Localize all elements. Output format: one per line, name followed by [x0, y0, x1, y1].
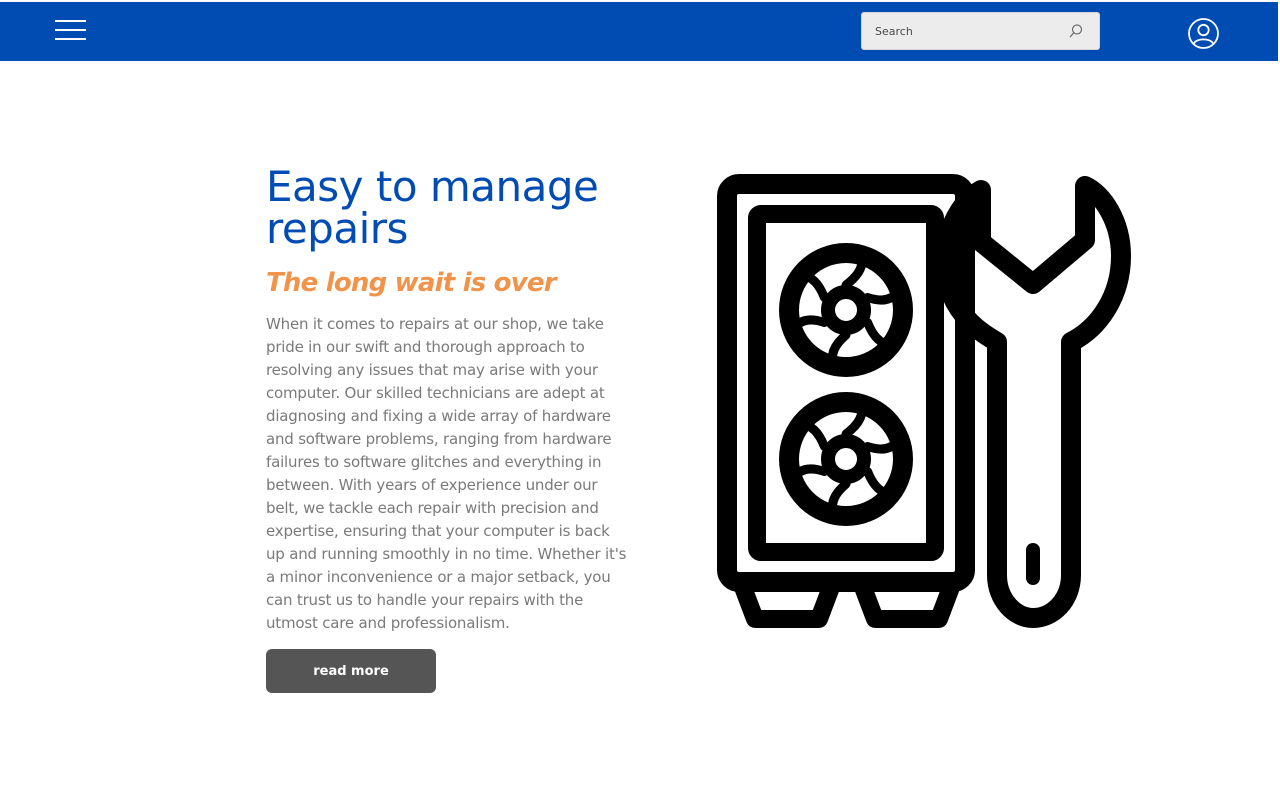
hero-title: Easy to manage repairs: [266, 162, 599, 253]
search-input[interactable]: [862, 13, 1062, 49]
menu-line: [55, 38, 86, 40]
menu-line: [55, 20, 86, 22]
hamburger-menu-icon[interactable]: [55, 20, 86, 42]
menu-line: [55, 29, 86, 31]
search-icon[interactable]: [1068, 23, 1084, 39]
hero-subtitle: The long wait is over: [266, 268, 557, 298]
read-more-button[interactable]: read more: [266, 649, 436, 693]
pc-tower-with-wrench-icon: [717, 174, 1131, 628]
hero-description: When it comes to repairs at our shop, we…: [266, 315, 627, 632]
top-navigation-bar: [0, 2, 1278, 61]
search-box: [861, 12, 1100, 50]
user-account-icon[interactable]: [1187, 17, 1220, 50]
